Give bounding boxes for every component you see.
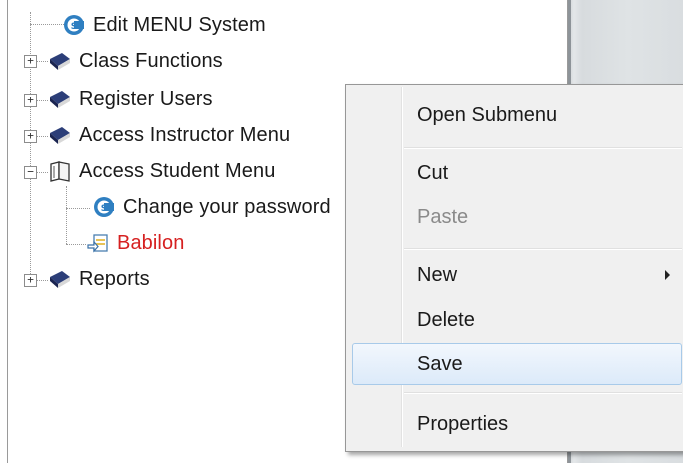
book-icon (50, 127, 70, 144)
menu-item-new[interactable]: New (348, 254, 683, 296)
menu-item-label: Delete (417, 308, 475, 331)
tree-item-change-password[interactable]: S Change your password (92, 190, 331, 224)
cs-logo-icon: S (64, 15, 84, 35)
menu-item-label: Properties (417, 412, 509, 435)
tree-connector (36, 172, 48, 173)
tree-connector (66, 244, 86, 245)
menu-item-label: Open Submenu (417, 103, 558, 126)
menu-item-delete[interactable]: Delete (348, 299, 683, 341)
menu-item-label: New (417, 263, 458, 286)
tree-connector (36, 61, 48, 62)
svg-text:S: S (71, 22, 77, 32)
tree-connector (66, 208, 90, 209)
tree-item-access-instructor-menu[interactable]: Access Instructor Menu (48, 118, 290, 152)
menu-item-save[interactable]: Save (352, 343, 682, 385)
menu-item-label: Cut (417, 161, 449, 184)
svg-text:S: S (101, 204, 107, 214)
menu-item-properties[interactable]: Properties (348, 403, 683, 445)
tree-item-access-student-menu[interactable]: Access Student Menu (48, 154, 275, 188)
expand-toggle[interactable]: + (24, 130, 37, 143)
form-icon (87, 234, 108, 253)
tree-connector (66, 186, 67, 244)
book-icon (50, 271, 70, 288)
tree-item-reports[interactable]: Reports (48, 262, 150, 296)
tree-connector (30, 24, 64, 25)
tree-item-label: Change your password (123, 195, 331, 218)
submenu-arrow-icon (665, 270, 670, 280)
collapse-toggle[interactable]: − (24, 166, 37, 179)
tree-item-babilon[interactable]: Babilon (86, 226, 184, 260)
tree-connector (36, 136, 48, 137)
tree-connector (30, 12, 31, 280)
tree-item-label: Class Functions (79, 49, 223, 72)
expand-toggle[interactable]: + (24, 94, 37, 107)
open-book-icon (50, 161, 70, 182)
context-menu: Open Submenu Cut Paste New Delete Save P… (345, 84, 683, 452)
tree-item-label: Edit MENU System (93, 13, 266, 36)
tree-item-class-functions[interactable]: Class Functions (48, 44, 223, 78)
book-icon (50, 91, 70, 108)
tree-item-label: Access Instructor Menu (79, 123, 291, 146)
book-icon (50, 53, 70, 70)
menu-item-paste[interactable]: Paste (348, 196, 683, 238)
tree-item-label: Babilon (117, 231, 185, 254)
tree-connector (36, 280, 48, 281)
menu-item-label: Paste (417, 205, 469, 228)
menu-item-label: Save (417, 352, 463, 375)
tree-item-label: Register Users (79, 87, 213, 110)
expand-toggle[interactable]: + (24, 274, 37, 287)
tree-connector (36, 100, 48, 101)
tree-item-label: Reports (79, 267, 150, 290)
menu-separator (404, 392, 682, 394)
menu-separator (404, 248, 682, 250)
tree-item-edit-menu-system[interactable]: S Edit MENU System (62, 8, 266, 42)
expand-toggle[interactable]: + (24, 55, 37, 68)
menu-item-cut[interactable]: Cut (348, 152, 683, 194)
menu-separator (404, 147, 682, 149)
tree-item-register-users[interactable]: Register Users (48, 82, 213, 116)
menu-item-open-submenu[interactable]: Open Submenu (348, 94, 683, 136)
tree-item-label: Access Student Menu (79, 159, 276, 182)
tree-left-border (7, 0, 8, 463)
cs-logo-icon: S (94, 197, 114, 217)
